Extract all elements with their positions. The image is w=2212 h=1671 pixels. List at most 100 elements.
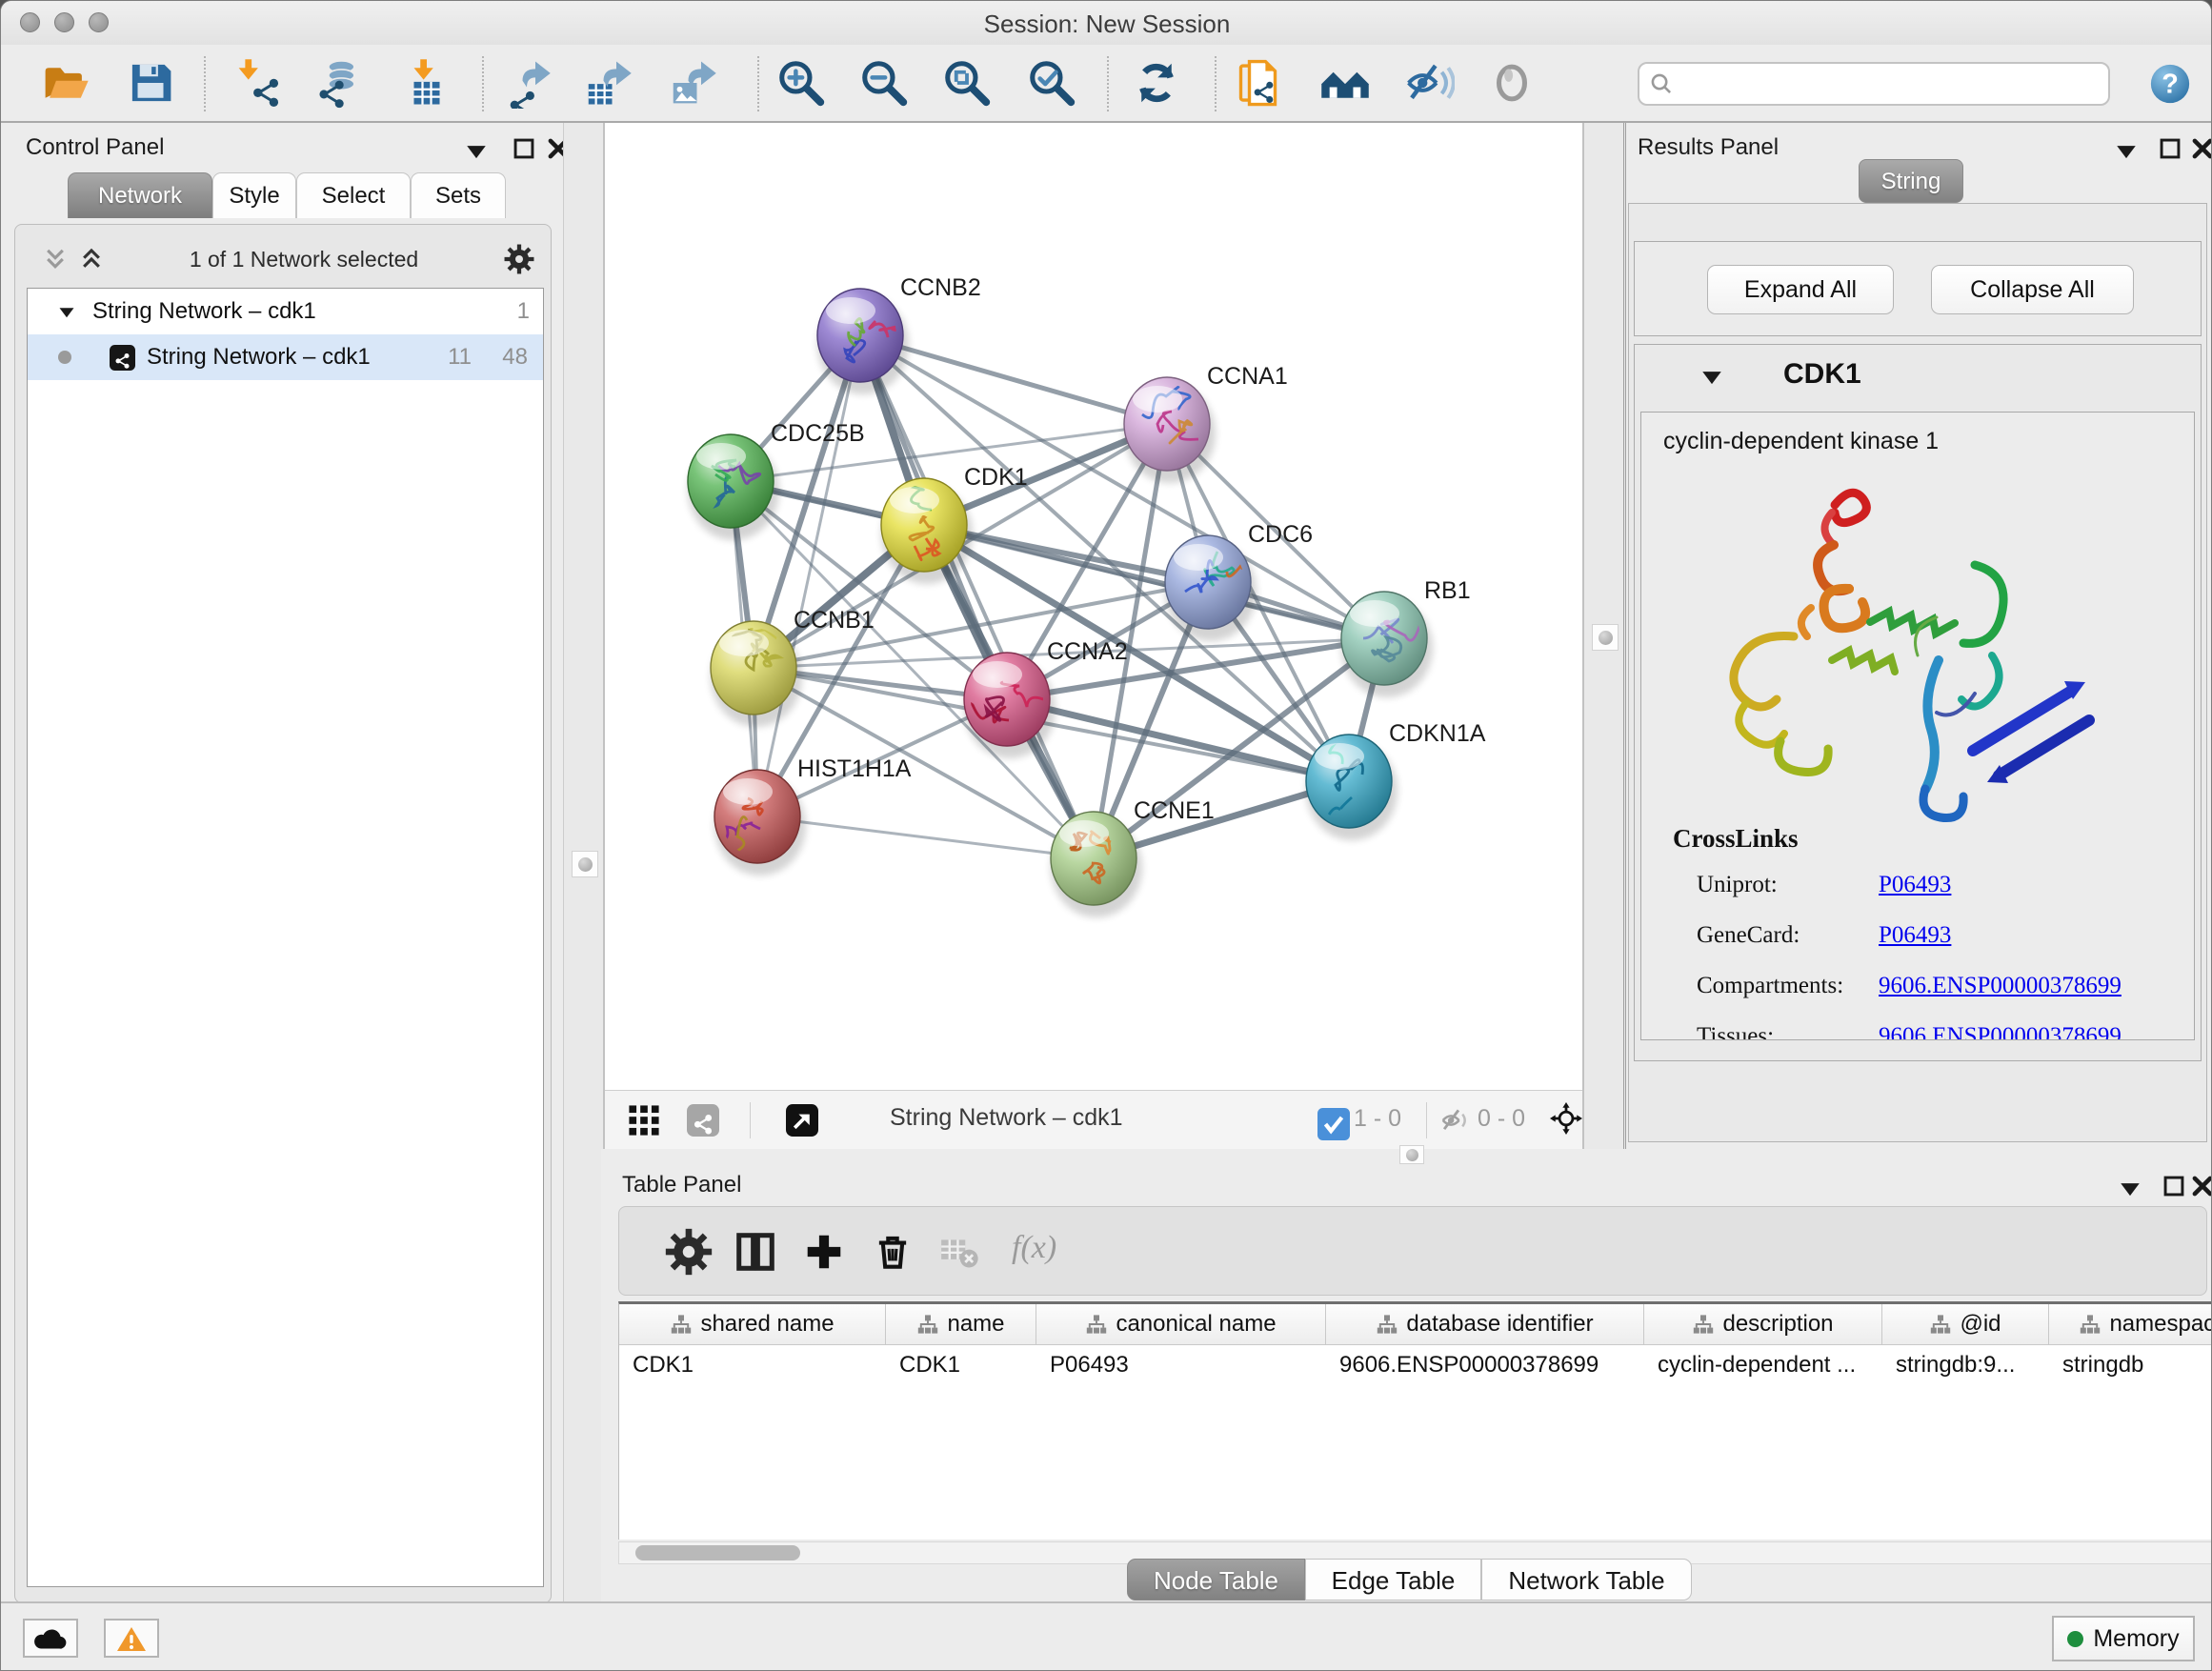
cloud-tasks-button[interactable] xyxy=(23,1619,78,1658)
cell[interactable]: stringdb xyxy=(2049,1345,2212,1385)
network-row-selected[interactable]: String Network – cdk1 11 48 xyxy=(28,334,543,380)
cell[interactable]: stringdb:9... xyxy=(1882,1345,2049,1385)
export-network-button[interactable] xyxy=(496,56,557,113)
tab-node-table[interactable]: Node Table xyxy=(1127,1559,1305,1601)
crosslink-link[interactable]: 9606.ENSP00000378699 xyxy=(1879,1023,2122,1040)
edge-CCNB2-HIST1H1A[interactable] xyxy=(757,335,860,816)
crosslink-link[interactable]: 9606.ENSP00000378699 xyxy=(1879,973,2122,999)
maximize-panel-icon[interactable] xyxy=(512,136,536,161)
left-divider-grip[interactable] xyxy=(572,851,598,877)
table-settings-gear-icon[interactable] xyxy=(665,1228,713,1276)
node-CCNB1[interactable]: CCNB1 xyxy=(711,607,875,727)
tab-string[interactable]: String xyxy=(1859,159,1963,203)
right-split-divider[interactable] xyxy=(1582,123,1626,1149)
search-field[interactable] xyxy=(1638,62,2110,106)
network-options-gear-icon[interactable] xyxy=(504,244,534,274)
horizontal-divider-grip[interactable] xyxy=(1399,1145,1424,1164)
tab-style[interactable]: Style xyxy=(212,172,296,218)
hide-unhide-button[interactable] xyxy=(1398,56,1459,113)
grid-view-icon[interactable] xyxy=(628,1104,660,1137)
cell[interactable]: P06493 xyxy=(1036,1345,1326,1385)
first-neighbors-button[interactable] xyxy=(1126,56,1187,113)
show-graphics-details-button[interactable] xyxy=(1481,56,1542,113)
import-table-button[interactable] xyxy=(396,56,457,113)
expand-all-icon[interactable] xyxy=(79,247,104,272)
node-CCNB2[interactable]: CCNB2 xyxy=(817,274,981,394)
table-row[interactable]: CDK1CDK1P064939606.ENSP00000378699cyclin… xyxy=(619,1345,2212,1385)
search-input[interactable] xyxy=(1681,70,2099,98)
show-columns-icon[interactable] xyxy=(732,1228,779,1276)
zoom-in-button[interactable] xyxy=(771,56,832,113)
node-table[interactable]: shared name name canonical name database… xyxy=(618,1301,2212,1540)
close-panel-icon[interactable] xyxy=(2190,136,2212,161)
export-table-button[interactable] xyxy=(577,56,638,113)
left-split-divider[interactable] xyxy=(563,123,605,1601)
column-header-description[interactable]: description xyxy=(1644,1304,1882,1344)
crosslink-row: Compartments: 9606.ENSP00000378699 xyxy=(1697,973,2173,999)
export-image-button[interactable] xyxy=(662,56,723,113)
help-button[interactable]: ? xyxy=(2148,62,2192,106)
expander-icon[interactable] xyxy=(57,302,76,321)
node-HIST1H1A[interactable]: HIST1H1A xyxy=(713,755,912,876)
import-network-button[interactable] xyxy=(229,56,290,113)
node-CCNE1[interactable]: CCNE1 xyxy=(1051,797,1215,917)
maximize-panel-icon[interactable] xyxy=(2158,136,2182,161)
cell[interactable]: cyclin-dependent ... xyxy=(1644,1345,1882,1385)
edge-HIST1H1A-CCNE1[interactable] xyxy=(757,816,1094,858)
warnings-button[interactable] xyxy=(104,1619,159,1658)
network-view-icon[interactable] xyxy=(687,1104,719,1137)
collapse-section-icon[interactable] xyxy=(1699,364,1724,389)
float-panel-icon[interactable] xyxy=(464,138,489,163)
detach-view-icon[interactable] xyxy=(786,1104,818,1137)
toolbar-separator xyxy=(482,56,484,111)
tab-network[interactable]: Network xyxy=(68,172,212,218)
cell[interactable]: CDK1 xyxy=(886,1345,1036,1385)
network-canvas[interactable]: CCNB2 CCNA1 CDC25B CDK1 CDC6 xyxy=(605,123,1582,1090)
column-header-shared-name[interactable]: shared name xyxy=(619,1304,886,1344)
node-RB1[interactable]: RB1 xyxy=(1341,577,1471,697)
network-collection-row[interactable]: String Network – cdk1 1 xyxy=(28,289,543,334)
crosslink-link[interactable]: P06493 xyxy=(1879,872,1951,898)
status-bar: Memory xyxy=(1,1601,2212,1671)
maximize-panel-icon[interactable] xyxy=(2162,1174,2186,1198)
tab-sets[interactable]: Sets xyxy=(411,172,506,218)
cell[interactable]: 9606.ENSP00000378699 xyxy=(1326,1345,1644,1385)
column-header-namespace[interactable]: namespace xyxy=(2049,1304,2212,1344)
close-panel-icon[interactable] xyxy=(2190,1174,2212,1198)
memory-button[interactable]: Memory xyxy=(2052,1616,2195,1661)
right-divider-grip[interactable] xyxy=(1592,624,1619,651)
node-CDC6[interactable]: CDC6 xyxy=(1165,521,1313,641)
column-header-@id[interactable]: @id xyxy=(1882,1304,2049,1344)
tab-select[interactable]: Select xyxy=(296,172,411,218)
zoom-out-button[interactable] xyxy=(854,56,915,113)
save-session-button[interactable] xyxy=(120,56,181,113)
birdseye-view-icon[interactable] xyxy=(1550,1102,1586,1138)
import-network-database-button[interactable] xyxy=(308,56,369,113)
node-CDK1[interactable]: CDK1 xyxy=(881,464,1028,584)
crosslink-link[interactable]: P06493 xyxy=(1879,922,1951,949)
float-panel-icon[interactable] xyxy=(2118,1176,2142,1200)
node-CDC25B[interactable]: CDC25B xyxy=(688,420,865,540)
cell[interactable]: CDK1 xyxy=(619,1345,886,1385)
collapse-all-button[interactable]: Collapse All xyxy=(1931,265,2134,314)
scrollbar-thumb[interactable] xyxy=(635,1545,800,1560)
float-panel-icon[interactable] xyxy=(2114,138,2139,163)
collapse-all-icon[interactable] xyxy=(43,247,68,272)
open-session-button[interactable] xyxy=(35,56,96,113)
selected-checkbox-icon[interactable] xyxy=(1317,1108,1342,1133)
expand-all-button[interactable]: Expand All xyxy=(1707,265,1894,314)
column-header-name[interactable]: name xyxy=(886,1304,1036,1344)
zoom-fit-button[interactable] xyxy=(936,56,997,113)
window-title: Session: New Session xyxy=(1,1,2212,45)
node-label-CCNB1: CCNB1 xyxy=(794,607,875,634)
create-column-icon[interactable] xyxy=(800,1228,848,1276)
tab-network-table[interactable]: Network Table xyxy=(1481,1559,1692,1601)
string-import-button[interactable] xyxy=(1232,56,1293,113)
zoom-selected-button[interactable] xyxy=(1021,56,1082,113)
network-overview-button[interactable] xyxy=(1315,56,1376,113)
delete-column-icon[interactable] xyxy=(869,1228,916,1276)
tab-edge-table[interactable]: Edge Table xyxy=(1305,1559,1481,1601)
column-header-database-identifier[interactable]: database identifier xyxy=(1326,1304,1644,1344)
save-session-icon xyxy=(125,57,176,113)
column-header-canonical-name[interactable]: canonical name xyxy=(1036,1304,1326,1344)
